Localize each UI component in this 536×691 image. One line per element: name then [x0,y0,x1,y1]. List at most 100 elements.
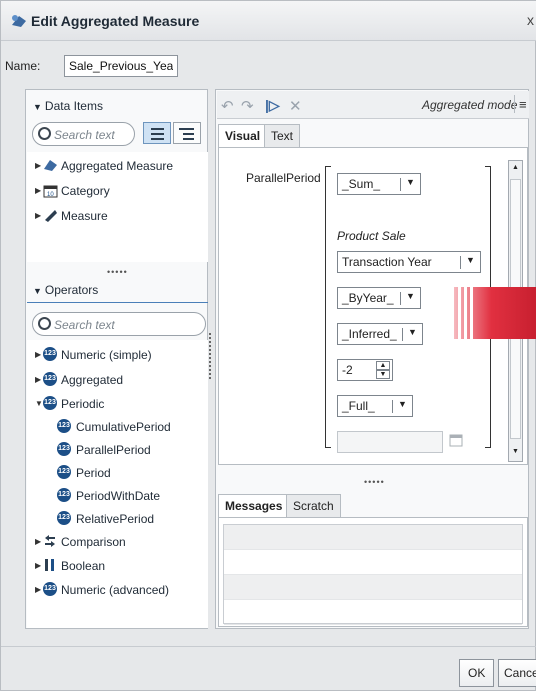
collapse-caret-icon: ▼ [33,286,42,296]
list-view-button[interactable] [143,122,171,144]
calendar-category-icon: 10 [43,185,58,198]
data-item-label: Aggregated Measure [61,159,174,173]
period-field-dropdown[interactable]: Transaction Year ▼ [337,251,481,273]
message-row [224,550,522,575]
operator-group-label: Periodic [61,397,105,411]
inferred-value: _Inferred_ [342,327,397,341]
operator-group-label: Comparison [61,535,126,549]
dropdown-divider [460,256,461,269]
data-items-panel: ▼ Data Items Search text ▶ Aggregated Mea… [25,89,208,629]
scroll-down-icon[interactable]: ▼ [512,448,519,455]
chevron-down-icon: ▼ [406,291,415,301]
scroll-up-icon[interactable]: ▲ [512,164,519,171]
data-items-header-label: Data Items [44,99,103,113]
numeric-icon: 123 [57,511,71,525]
numeric-icon: 123 [57,442,71,456]
message-row [224,600,522,625]
name-label: Name: [5,59,41,73]
search-icon [38,317,51,330]
resize-handle[interactable]: ••••• [107,267,128,277]
list-view-icon-line [151,133,164,135]
operator-label: PeriodWithDate [76,489,161,503]
full-dropdown[interactable]: _Full_ ▼ [337,395,413,417]
measure-icon [45,210,57,222]
operator-label: RelativePeriod [76,512,155,526]
aggregated-measure-icon [12,15,26,27]
numeric-icon: 123 [43,582,57,596]
tab-text[interactable]: Text [264,124,301,148]
data-items-search-input[interactable]: Search text [32,122,135,146]
step-icon[interactable]: |▷ [265,97,280,114]
messages-list [223,524,523,625]
data-item-label: Measure [61,209,108,223]
tree-view-button[interactable] [173,122,201,144]
expand-arrow-icon: ▶ [35,350,42,359]
menu-icon[interactable]: ≡ [519,97,527,112]
numeric-icon: 123 [43,396,57,410]
aggregation-dropdown[interactable]: _Sum_ ▼ [337,173,421,195]
period-field-value: Transaction Year [342,255,432,269]
operator-group-label: Numeric (simple) [61,348,152,362]
operator-label: ParallelPeriod [76,443,151,457]
cancel-button[interactable]: Cance [498,659,536,687]
delete-icon[interactable]: ✕ [289,97,302,115]
redo-icon[interactable]: ↷ [241,97,254,115]
aggregation-value: _Sum_ [342,177,381,191]
boolean-icon [45,559,54,571]
expression-panel: ↶ ↷ |▷ ✕ Aggregated mode ≡ Visual Text P… [215,89,529,629]
message-row [224,525,522,550]
ok-button[interactable]: OK [459,659,495,687]
aggregated-measure-icon [44,160,57,171]
close-button[interactable]: x [527,12,534,28]
decrement-icon[interactable]: ▼ [376,370,390,379]
undo-icon[interactable]: ↶ [221,97,234,115]
dropdown-divider [400,292,401,305]
red-stripe-line [458,287,461,339]
splitter-grip[interactable] [209,333,212,379]
chevron-down-icon: ▼ [398,399,407,409]
data-items-header[interactable]: ▼ Data Items [33,99,103,113]
calendar-icon[interactable] [449,433,463,447]
measure-value: Product Sale [337,229,406,243]
inferred-dropdown[interactable]: _Inferred_ ▼ [337,323,423,345]
operator-label: Period [76,466,111,480]
editor-toolbar: ↶ ↷ |▷ ✕ Aggregated mode ≡ [217,91,529,119]
dropdown-divider [392,400,393,413]
expand-arrow-icon: ▶ [35,161,42,170]
name-input[interactable] [64,55,178,77]
increment-icon[interactable]: ▲ [376,361,390,370]
chevron-down-icon: ▼ [466,255,475,265]
tab-visual[interactable]: Visual [218,124,268,148]
numeric-icon: 123 [57,465,71,479]
collapse-caret-icon: ▼ [33,102,42,112]
tree-view-icon-line [183,133,194,135]
offset-stepper[interactable]: -2 ▲ ▼ [337,359,393,381]
expand-arrow-icon: ▶ [35,537,42,546]
dialog-title: Edit Aggregated Measure [31,13,200,29]
date-input[interactable] [337,431,443,453]
operators-header[interactable]: ▼ Operators [33,283,98,297]
footer-divider [1,646,536,647]
left-bracket [325,166,331,448]
tab-scratch[interactable]: Scratch [286,494,341,518]
chevron-down-icon: ▼ [406,177,415,187]
expand-arrow-icon: ▶ [35,561,42,570]
operators-list: ▶ 123 Numeric (simple) ▶ 123 Aggregated … [27,340,208,628]
expand-arrow-icon: ▶ [35,585,42,594]
numeric-icon: 123 [57,488,71,502]
expand-arrow-icon: ▶ [35,186,42,195]
red-stripe-line [470,287,473,339]
collapse-arrow-icon: ▼ [35,399,43,408]
toolbar-divider [514,95,515,113]
tree-view-icon-line [183,138,194,140]
dropdown-divider [400,178,401,191]
numeric-icon: 123 [57,419,71,433]
tab-messages[interactable]: Messages [218,494,290,518]
operators-search-input[interactable]: Search text [32,312,206,336]
resize-handle[interactable]: ••••• [364,477,385,487]
period-type-dropdown[interactable]: _ByYear_ ▼ [337,287,421,309]
numeric-icon: 123 [43,347,57,361]
title-bar[interactable]: Edit Aggregated Measure x [1,1,536,41]
operator-group-label: Numeric (advanced) [61,583,170,597]
svg-text:10: 10 [47,192,54,198]
